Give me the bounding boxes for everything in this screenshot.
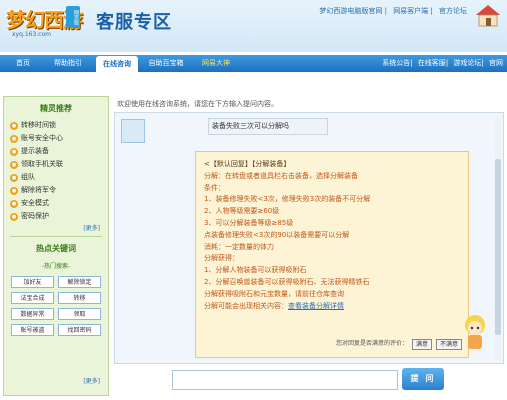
keywords-title: 热点关键词 (36, 244, 76, 253)
bullet-icon: ● (10, 173, 18, 182)
keyword-button[interactable]: 转移 (58, 292, 101, 304)
answer-line: 分解：在转盘或者道具栏右击装备，选择分解装备 (204, 171, 358, 180)
bullet-icon: ● (10, 147, 18, 156)
recommend-more-link[interactable]: [更多] (4, 223, 108, 234)
recommend-item-label: 密码保护 (21, 212, 49, 220)
nav-link-announce[interactable]: 系统公告 (382, 59, 410, 67)
feedback-prompt: 您对回复是否满意的评价： (335, 340, 408, 348)
bullet-icon: ● (10, 134, 18, 143)
recommend-item-label: 转移时间锁 (21, 121, 56, 129)
bullet-icon: ● (10, 186, 18, 195)
answer-line: <【默认回复】【分解装备】 (204, 160, 291, 168)
keyword-button[interactable]: 解除锁定 (58, 276, 101, 288)
recommend-item-label: 领取手机关联 (21, 160, 63, 168)
recommend-list: ● 转移时间锁 ● 账号安全中心 ● 提示装备 ● 领取手机关联 ● 组队 ● 解除将军令 … (4, 119, 108, 223)
recommend-item-label: 安全模式 (21, 199, 49, 207)
unsatisfied-button[interactable]: 不满意 (435, 338, 462, 350)
logo-badge: 网页版 (66, 6, 80, 28)
answer-line: 2、人物等级需要≥60级 (204, 207, 280, 216)
keyword-button[interactable]: 法宝合成 (11, 292, 54, 304)
answer-line: 3、可以分解装备等级≥85级 (204, 218, 294, 227)
welcome-notice: 欢迎使用在线咨询系统，请您在下方输入提问内容。 (117, 100, 278, 108)
recommend-item-label: 账号安全中心 (21, 134, 63, 142)
recommend-item-label: 组队 (21, 173, 35, 181)
recommend-item-label: 提示装备 (21, 147, 49, 155)
chat-panel: 装备失败三次可以分解吗 <【默认回复】【分解装备】 分解：在转盘或者道具栏右击装… (114, 112, 504, 364)
bullet-icon: ● (10, 199, 18, 208)
nav-link-service[interactable]: 在线客服 (418, 59, 446, 67)
recommend-item[interactable]: ● 转移时间锁 (10, 119, 108, 132)
nav-toolbox[interactable]: 自助百宝箱 (144, 55, 188, 72)
recommend-item-label: 解除将军令 (21, 186, 56, 194)
recommend-item[interactable]: ● 密码保护 (10, 210, 108, 223)
divider (10, 236, 102, 237)
nav-home[interactable]: 首页 (10, 55, 36, 72)
sidebar-title: 精灵推荐 (40, 104, 72, 113)
answer-bubble: <【默认回复】【分解装备】 分解：在转盘或者道具栏右击装备，选择分解装备 条件：… (195, 151, 469, 358)
top-links: 梦幻西游电脑版官网 | 网易客户端 | 官方论坛 (319, 7, 467, 15)
nav-link-official[interactable]: 官网 (489, 59, 503, 67)
answer-line: 分解获得吸附石和元宝数量，请前往仓库查询 (204, 289, 344, 298)
nav-dashen[interactable]: 网易大神 (194, 55, 238, 72)
answer-line: 分解获得： (204, 254, 239, 263)
submit-question-button[interactable]: 提 问 (402, 368, 444, 390)
bullet-icon: ● (10, 212, 18, 221)
keyword-button[interactable]: 加好友 (11, 276, 54, 288)
keyword-button[interactable]: 账号被盗 (11, 324, 54, 336)
keyword-grid: 加好友 解除锁定 法宝合成 转移 数据异常 领取 账号被盗 找回密码 (4, 276, 108, 336)
answer-line: 分解可能会出现相关内容：查看装备分解详情 (204, 301, 460, 313)
assistant-avatar-icon (465, 315, 485, 349)
recommend-item[interactable]: ● 安全模式 (10, 197, 108, 210)
satisfied-button[interactable]: 满意 (411, 338, 432, 350)
nav-link-forum[interactable]: 游戏论坛 (453, 59, 481, 67)
sidebar: 精灵推荐 ● 转移时间锁 ● 账号安全中心 ● 提示装备 ● 领取手机关联 ● 组队 ● 解… (3, 96, 109, 396)
bullet-icon: ● (10, 121, 18, 130)
answer-line: 点装备修理失败<3次的90以装备需要可以分解 (204, 230, 350, 239)
answer-line-text: 分解可能会出现相关内容： (204, 301, 288, 310)
keywords-subtitle: -热门搜索- (41, 263, 71, 270)
logo-url: xyq.163.com (12, 31, 51, 38)
recommend-item[interactable]: ● 账号安全中心 (10, 132, 108, 145)
top-link-netease[interactable]: 网易客户端 (393, 7, 428, 15)
answer-line: 消耗：一定数量的体力 (204, 242, 274, 251)
answer-line: 2、分解召唤兽装备可以获得吸附石、无法获得精铁石 (204, 277, 370, 286)
nav-online-consult[interactable]: 在线咨询 (96, 56, 138, 72)
page-title: 客服专区 (96, 12, 172, 33)
bullet-icon: ● (10, 160, 18, 169)
recommend-item[interactable]: ● 解除将军令 (10, 184, 108, 197)
feedback-bar: 您对回复是否满意的评价： 满意 不满意 (336, 338, 462, 350)
nav-help[interactable]: 帮助指引 (46, 55, 90, 72)
user-avatar (121, 119, 145, 143)
scroll-thumb[interactable] (495, 159, 501, 335)
recommend-item[interactable]: ● 组队 (10, 171, 108, 184)
site-logo[interactable]: 梦幻西游 网页版 xyq.163.com (6, 4, 83, 44)
house-icon (476, 5, 500, 27)
recommend-item[interactable]: ● 提示装备 (10, 145, 108, 158)
answer-line: 1、装备修理失败<3次，修理失败3次的装备不可分解 (204, 195, 371, 204)
keyword-button[interactable]: 领取 (58, 308, 101, 320)
keywords-more-link[interactable]: [更多] (83, 376, 100, 385)
keyword-button[interactable]: 数据异常 (11, 308, 54, 320)
answer-line: 条件： (204, 183, 225, 192)
recommend-item[interactable]: ● 领取手机关联 (10, 158, 108, 171)
answer-detail-link[interactable]: 查看装备分解详情 (288, 302, 344, 310)
nav-right-links: 系统公告| 在线客服| 游戏论坛| 官网 (382, 59, 503, 67)
header: 梦幻西游 网页版 xyq.163.com 客服专区 梦幻西游电脑版官网 | 网易… (0, 0, 507, 52)
answer-line: 1、分解人物装备可以获得吸附石 (204, 266, 307, 275)
main-nav: 首页 帮助指引 在线咨询 自助百宝箱 网易大神 系统公告| 在线客服| 游戏论坛… (0, 55, 507, 72)
user-question-bubble: 装备失败三次可以分解吗 (208, 118, 328, 135)
keyword-button[interactable]: 找回密码 (58, 324, 101, 336)
chat-scrollbar[interactable] (495, 119, 501, 359)
top-link-client[interactable]: 梦幻西游电脑版官网 (319, 7, 382, 15)
question-input[interactable] (172, 370, 398, 390)
top-link-forum[interactable]: 官方论坛 (439, 7, 467, 15)
